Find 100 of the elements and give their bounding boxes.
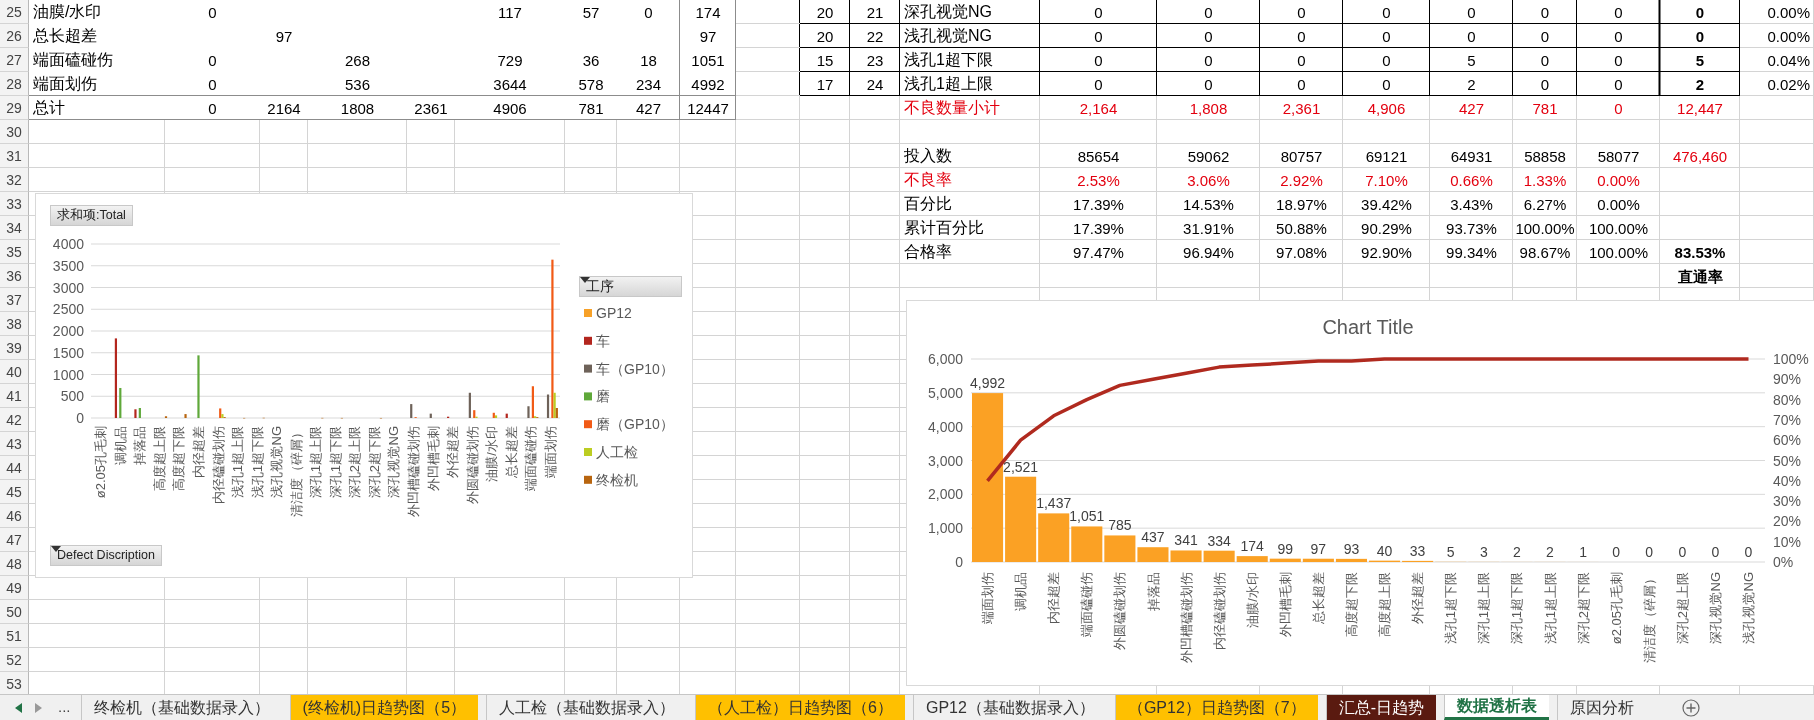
- row-number[interactable]: 46: [0, 504, 29, 528]
- axis-label: 0%: [1773, 554, 1794, 570]
- table-cell-text: 100.00%: [1587, 218, 1650, 239]
- table-cell-text: 浅孔视觉NG: [903, 26, 993, 46]
- data-label: 0: [1612, 544, 1620, 560]
- sheet-tab[interactable]: 人工检（基础数据录入）: [486, 695, 688, 720]
- table-cell-text: 92.90%: [1360, 242, 1413, 263]
- row-number[interactable]: 53: [0, 672, 29, 694]
- row-number[interactable]: 40: [0, 360, 29, 384]
- sheet-tab[interactable]: 数据透析表: [1444, 695, 1550, 720]
- sheet-tab[interactable]: 终检机（基础数据录入）: [80, 695, 282, 720]
- row-number[interactable]: 42: [0, 408, 29, 432]
- table-cell-text: 0: [1093, 2, 1104, 23]
- table-cell-text: 17: [815, 74, 835, 95]
- row-number[interactable]: 36: [0, 264, 29, 288]
- table-cell-text: 0: [1381, 26, 1392, 47]
- more-tabs-button[interactable]: ...: [48, 695, 81, 720]
- axis-label: 90%: [1773, 371, 1802, 388]
- row-number[interactable]: 41: [0, 384, 29, 408]
- category-label: 外径超差: [445, 426, 461, 478]
- field-button[interactable]: 求和项:Total: [50, 205, 133, 226]
- category-label: 内径磕碰划伤: [1211, 572, 1227, 650]
- table-cell-text: 0: [1296, 26, 1307, 47]
- add-icon[interactable]: [1682, 698, 1701, 717]
- row-number[interactable]: 31: [0, 144, 29, 168]
- sheet-tab[interactable]: （人工检）日趋势图（6）: [695, 695, 905, 720]
- sheet-tab[interactable]: (终检机)日趋势图（5）: [289, 695, 479, 720]
- table-cell-text: 0: [1203, 74, 1214, 95]
- table-cell-text: 0: [643, 2, 654, 23]
- category-label: 内径超差: [191, 426, 207, 478]
- row-number[interactable]: 33: [0, 192, 29, 216]
- table-cell-text: 427: [635, 98, 662, 119]
- row-number[interactable]: 28: [0, 72, 29, 96]
- bar: [505, 413, 508, 418]
- table-cell-text: 1051: [690, 50, 726, 71]
- table-cell-text: 781: [1531, 98, 1559, 119]
- row-number[interactable]: 35: [0, 240, 29, 264]
- row-number[interactable]: 43: [0, 432, 29, 456]
- caret-left-icon[interactable]: [14, 702, 22, 713]
- field-button[interactable]: Defect Discription: [50, 545, 162, 566]
- category-label: 高度超上限: [151, 426, 167, 491]
- table-cell-text: 22: [865, 26, 885, 47]
- sheet-tab[interactable]: GP12（基础数据录入）: [913, 695, 1107, 720]
- row-number[interactable]: 44: [0, 456, 29, 480]
- row-number[interactable]: 37: [0, 288, 29, 312]
- table-cell-text: 总长超差: [32, 26, 98, 46]
- row-number[interactable]: 39: [0, 336, 29, 360]
- axis-label: 2000: [52, 323, 84, 339]
- data-label: 4,992: [970, 375, 1006, 392]
- bar: [429, 413, 432, 418]
- bar: [184, 414, 187, 418]
- row-number[interactable]: 51: [0, 624, 29, 648]
- table-cell-text: 2.53%: [1076, 170, 1121, 191]
- sheet-tab[interactable]: 汇总-日趋势: [1325, 695, 1437, 720]
- data-label: 334: [1207, 532, 1231, 549]
- table-cell-text: 0: [1381, 2, 1392, 23]
- table-cell-text: 0: [1613, 74, 1624, 95]
- table-cell-text: 5: [1466, 50, 1477, 71]
- row-number[interactable]: 50: [0, 600, 29, 624]
- table-cell-text: 59062: [1186, 146, 1231, 167]
- axis-label: 1,000: [927, 520, 963, 537]
- field-button[interactable]: 工序: [579, 276, 682, 297]
- row-number[interactable]: 25: [0, 0, 29, 24]
- data-label: 437: [1141, 529, 1165, 546]
- table-cell-text: 6.27%: [1522, 194, 1568, 215]
- row-number[interactable]: 30: [0, 120, 29, 144]
- table-cell-text: 4906: [492, 98, 528, 119]
- table-cell-text: 0.00%: [1766, 2, 1811, 23]
- sheet-tab[interactable]: 原因分析: [1557, 695, 1647, 720]
- caret-right-icon[interactable]: [34, 702, 42, 713]
- row-number[interactable]: 52: [0, 648, 29, 672]
- row-number[interactable]: 34: [0, 216, 29, 240]
- bar: [119, 388, 122, 418]
- axis-label: 3000: [52, 279, 84, 296]
- data-label: 785: [1108, 517, 1132, 534]
- table-cell-text: 1808: [339, 98, 376, 119]
- row-number[interactable]: 45: [0, 480, 29, 504]
- row-number[interactable]: 48: [0, 552, 29, 576]
- legend-item: 磨（GP10）: [584, 416, 674, 433]
- axis-label: 20%: [1773, 513, 1802, 530]
- category-label: 油膜/水印: [484, 426, 500, 482]
- axis-label: 10%: [1773, 533, 1802, 550]
- table-cell-text: 17.39%: [1072, 194, 1125, 215]
- axis-label: 60%: [1773, 432, 1802, 449]
- table-cell-text: 18.97%: [1275, 194, 1328, 215]
- row-number[interactable]: 26: [0, 24, 29, 48]
- row-number[interactable]: 29: [0, 96, 29, 120]
- table-cell-text: 268: [344, 50, 371, 71]
- row-number[interactable]: 47: [0, 528, 29, 552]
- row-number[interactable]: 38: [0, 312, 29, 336]
- table-cell-text: 不良率: [903, 170, 953, 190]
- table-cell-text: 50.88%: [1275, 218, 1328, 239]
- table-cell-text: 0: [1093, 26, 1104, 47]
- axis-label: 70%: [1773, 411, 1802, 428]
- table-cell-text: 97.47%: [1072, 242, 1125, 263]
- row-number[interactable]: 27: [0, 48, 29, 72]
- category-label: 深孔2超上限: [347, 426, 363, 499]
- row-number[interactable]: 49: [0, 576, 29, 600]
- row-number[interactable]: 32: [0, 168, 29, 192]
- sheet-tab[interactable]: （GP12）日趋势图（7）: [1114, 695, 1318, 720]
